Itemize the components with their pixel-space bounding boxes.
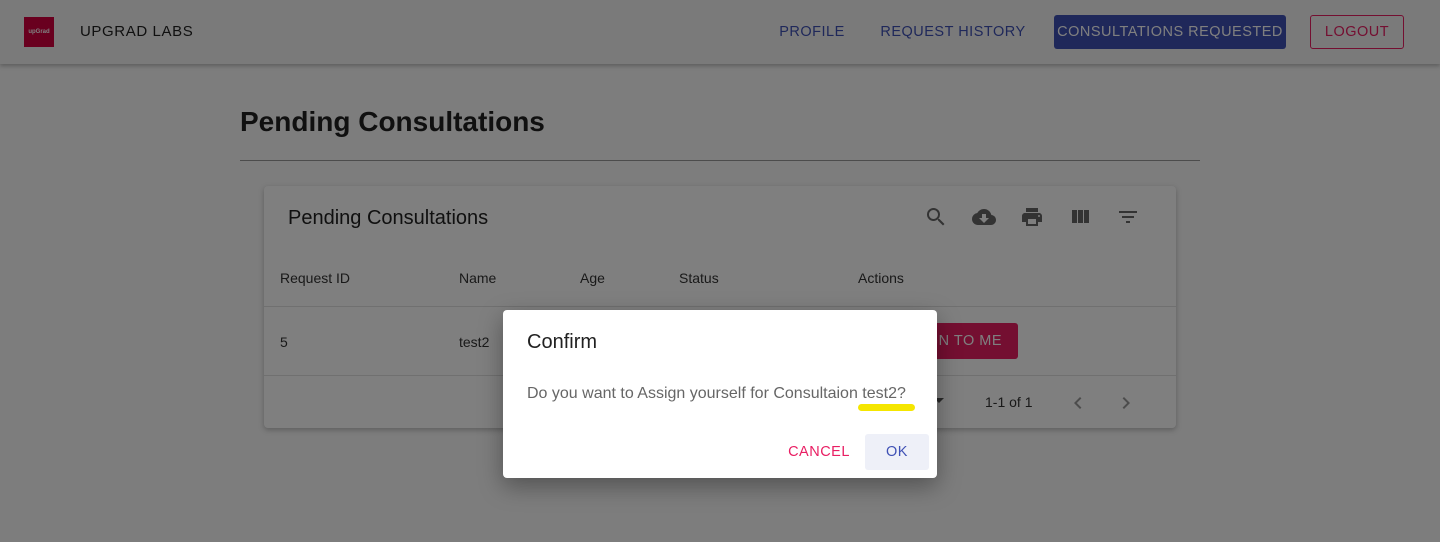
cancel-button[interactable]: CANCEL xyxy=(781,434,857,470)
dialog-message: Do you want to Assign yourself for Consu… xyxy=(527,385,906,402)
dialog-title: Confirm xyxy=(527,331,598,353)
confirm-dialog: Confirm Do you want to Assign yourself f… xyxy=(503,310,937,478)
ok-button[interactable]: OK xyxy=(865,434,929,470)
highlight-mark xyxy=(858,404,915,411)
